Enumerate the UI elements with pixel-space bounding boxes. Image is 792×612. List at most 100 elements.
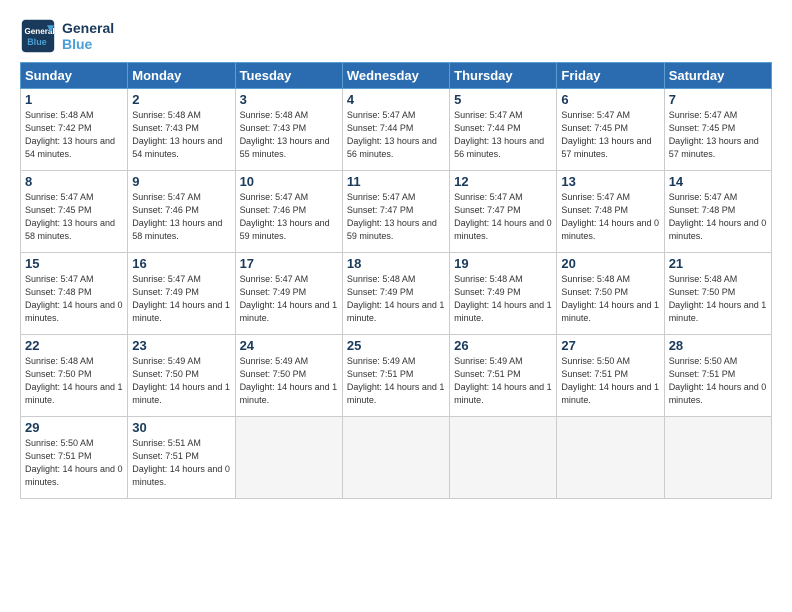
weekday-header-friday: Friday (557, 63, 664, 89)
day-number: 9 (132, 174, 230, 189)
day-number: 13 (561, 174, 659, 189)
day-cell-30: 30 Sunrise: 5:51 AMSunset: 7:51 PMDaylig… (128, 417, 235, 499)
day-cell-11: 11 Sunrise: 5:47 AMSunset: 7:47 PMDaylig… (342, 171, 449, 253)
logo: General Blue General Blue (20, 18, 114, 54)
day-number: 8 (25, 174, 123, 189)
day-cell-22: 22 Sunrise: 5:48 AMSunset: 7:50 PMDaylig… (21, 335, 128, 417)
day-info: Sunrise: 5:47 AMSunset: 7:46 PMDaylight:… (240, 191, 338, 243)
day-info: Sunrise: 5:48 AMSunset: 7:50 PMDaylight:… (561, 273, 659, 325)
day-number: 17 (240, 256, 338, 271)
day-cell-2: 2 Sunrise: 5:48 AMSunset: 7:43 PMDayligh… (128, 89, 235, 171)
day-number: 7 (669, 92, 767, 107)
day-number: 30 (132, 420, 230, 435)
day-info: Sunrise: 5:47 AMSunset: 7:44 PMDaylight:… (347, 109, 445, 161)
page: General Blue General Blue SundayMondayTu… (0, 0, 792, 509)
day-cell-6: 6 Sunrise: 5:47 AMSunset: 7:45 PMDayligh… (557, 89, 664, 171)
day-number: 11 (347, 174, 445, 189)
day-cell-16: 16 Sunrise: 5:47 AMSunset: 7:49 PMDaylig… (128, 253, 235, 335)
day-info: Sunrise: 5:47 AMSunset: 7:45 PMDaylight:… (25, 191, 123, 243)
day-info: Sunrise: 5:49 AMSunset: 7:51 PMDaylight:… (454, 355, 552, 407)
day-info: Sunrise: 5:50 AMSunset: 7:51 PMDaylight:… (561, 355, 659, 407)
day-cell-27: 27 Sunrise: 5:50 AMSunset: 7:51 PMDaylig… (557, 335, 664, 417)
weekday-header-saturday: Saturday (664, 63, 771, 89)
day-cell-3: 3 Sunrise: 5:48 AMSunset: 7:43 PMDayligh… (235, 89, 342, 171)
day-cell-17: 17 Sunrise: 5:47 AMSunset: 7:49 PMDaylig… (235, 253, 342, 335)
day-cell-4: 4 Sunrise: 5:47 AMSunset: 7:44 PMDayligh… (342, 89, 449, 171)
day-number: 22 (25, 338, 123, 353)
week-row-0: 1 Sunrise: 5:48 AMSunset: 7:42 PMDayligh… (21, 89, 772, 171)
day-cell-7: 7 Sunrise: 5:47 AMSunset: 7:45 PMDayligh… (664, 89, 771, 171)
header: General Blue General Blue (20, 18, 772, 54)
day-info: Sunrise: 5:47 AMSunset: 7:48 PMDaylight:… (669, 191, 767, 243)
weekday-header-sunday: Sunday (21, 63, 128, 89)
day-number: 20 (561, 256, 659, 271)
week-row-1: 8 Sunrise: 5:47 AMSunset: 7:45 PMDayligh… (21, 171, 772, 253)
logo-icon: General Blue (20, 18, 56, 54)
day-cell-9: 9 Sunrise: 5:47 AMSunset: 7:46 PMDayligh… (128, 171, 235, 253)
day-number: 19 (454, 256, 552, 271)
day-info: Sunrise: 5:49 AMSunset: 7:51 PMDaylight:… (347, 355, 445, 407)
day-info: Sunrise: 5:48 AMSunset: 7:43 PMDaylight:… (132, 109, 230, 161)
day-cell-23: 23 Sunrise: 5:49 AMSunset: 7:50 PMDaylig… (128, 335, 235, 417)
day-number: 1 (25, 92, 123, 107)
day-number: 14 (669, 174, 767, 189)
day-number: 25 (347, 338, 445, 353)
weekday-header-tuesday: Tuesday (235, 63, 342, 89)
empty-cell (450, 417, 557, 499)
day-info: Sunrise: 5:47 AMSunset: 7:49 PMDaylight:… (240, 273, 338, 325)
day-cell-8: 8 Sunrise: 5:47 AMSunset: 7:45 PMDayligh… (21, 171, 128, 253)
day-info: Sunrise: 5:51 AMSunset: 7:51 PMDaylight:… (132, 437, 230, 489)
day-info: Sunrise: 5:47 AMSunset: 7:48 PMDaylight:… (561, 191, 659, 243)
week-row-2: 15 Sunrise: 5:47 AMSunset: 7:48 PMDaylig… (21, 253, 772, 335)
weekday-header-wednesday: Wednesday (342, 63, 449, 89)
day-info: Sunrise: 5:47 AMSunset: 7:45 PMDaylight:… (561, 109, 659, 161)
day-number: 16 (132, 256, 230, 271)
day-number: 24 (240, 338, 338, 353)
weekday-header-monday: Monday (128, 63, 235, 89)
day-info: Sunrise: 5:48 AMSunset: 7:49 PMDaylight:… (454, 273, 552, 325)
day-number: 6 (561, 92, 659, 107)
day-cell-1: 1 Sunrise: 5:48 AMSunset: 7:42 PMDayligh… (21, 89, 128, 171)
empty-cell (664, 417, 771, 499)
day-cell-15: 15 Sunrise: 5:47 AMSunset: 7:48 PMDaylig… (21, 253, 128, 335)
day-number: 23 (132, 338, 230, 353)
calendar-table: SundayMondayTuesdayWednesdayThursdayFrid… (20, 62, 772, 499)
day-number: 4 (347, 92, 445, 107)
empty-cell (235, 417, 342, 499)
day-info: Sunrise: 5:47 AMSunset: 7:47 PMDaylight:… (347, 191, 445, 243)
day-number: 21 (669, 256, 767, 271)
day-number: 28 (669, 338, 767, 353)
day-info: Sunrise: 5:47 AMSunset: 7:48 PMDaylight:… (25, 273, 123, 325)
day-info: Sunrise: 5:48 AMSunset: 7:42 PMDaylight:… (25, 109, 123, 161)
day-cell-14: 14 Sunrise: 5:47 AMSunset: 7:48 PMDaylig… (664, 171, 771, 253)
day-cell-21: 21 Sunrise: 5:48 AMSunset: 7:50 PMDaylig… (664, 253, 771, 335)
week-row-4: 29 Sunrise: 5:50 AMSunset: 7:51 PMDaylig… (21, 417, 772, 499)
day-cell-18: 18 Sunrise: 5:48 AMSunset: 7:49 PMDaylig… (342, 253, 449, 335)
empty-cell (557, 417, 664, 499)
weekday-header-thursday: Thursday (450, 63, 557, 89)
day-cell-28: 28 Sunrise: 5:50 AMSunset: 7:51 PMDaylig… (664, 335, 771, 417)
day-cell-19: 19 Sunrise: 5:48 AMSunset: 7:49 PMDaylig… (450, 253, 557, 335)
day-cell-25: 25 Sunrise: 5:49 AMSunset: 7:51 PMDaylig… (342, 335, 449, 417)
day-info: Sunrise: 5:50 AMSunset: 7:51 PMDaylight:… (25, 437, 123, 489)
day-cell-5: 5 Sunrise: 5:47 AMSunset: 7:44 PMDayligh… (450, 89, 557, 171)
week-row-3: 22 Sunrise: 5:48 AMSunset: 7:50 PMDaylig… (21, 335, 772, 417)
day-info: Sunrise: 5:48 AMSunset: 7:50 PMDaylight:… (669, 273, 767, 325)
logo-text: General Blue (62, 20, 114, 52)
day-number: 29 (25, 420, 123, 435)
day-cell-10: 10 Sunrise: 5:47 AMSunset: 7:46 PMDaylig… (235, 171, 342, 253)
day-number: 27 (561, 338, 659, 353)
day-info: Sunrise: 5:47 AMSunset: 7:44 PMDaylight:… (454, 109, 552, 161)
day-number: 12 (454, 174, 552, 189)
weekday-header-row: SundayMondayTuesdayWednesdayThursdayFrid… (21, 63, 772, 89)
empty-cell (342, 417, 449, 499)
day-info: Sunrise: 5:48 AMSunset: 7:49 PMDaylight:… (347, 273, 445, 325)
day-number: 10 (240, 174, 338, 189)
day-info: Sunrise: 5:50 AMSunset: 7:51 PMDaylight:… (669, 355, 767, 407)
day-cell-24: 24 Sunrise: 5:49 AMSunset: 7:50 PMDaylig… (235, 335, 342, 417)
day-cell-20: 20 Sunrise: 5:48 AMSunset: 7:50 PMDaylig… (557, 253, 664, 335)
day-info: Sunrise: 5:48 AMSunset: 7:43 PMDaylight:… (240, 109, 338, 161)
day-cell-12: 12 Sunrise: 5:47 AMSunset: 7:47 PMDaylig… (450, 171, 557, 253)
day-info: Sunrise: 5:47 AMSunset: 7:45 PMDaylight:… (669, 109, 767, 161)
day-cell-26: 26 Sunrise: 5:49 AMSunset: 7:51 PMDaylig… (450, 335, 557, 417)
